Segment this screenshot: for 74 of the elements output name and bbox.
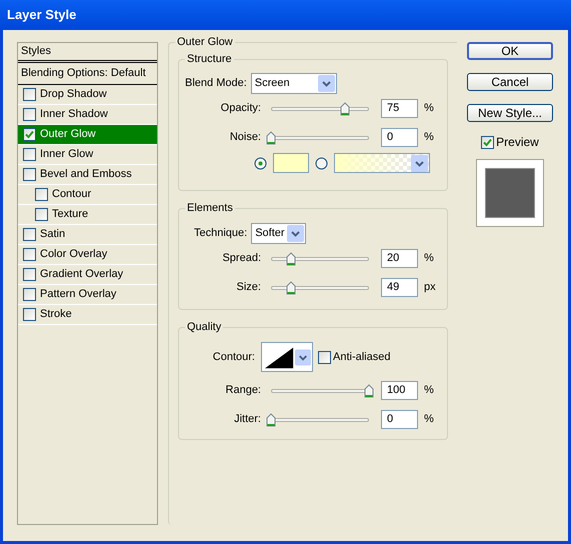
dialog-button[interactable]: New Style... — [467, 104, 553, 122]
unit-label: % — [424, 101, 434, 116]
dialog-button[interactable]: OK — [467, 42, 553, 60]
unit-label: % — [424, 412, 434, 428]
checkbox[interactable] — [23, 168, 36, 181]
checkbox[interactable] — [318, 350, 331, 364]
style-list-item[interactable]: Drop Shadow — [18, 85, 157, 105]
dropdown[interactable]: Screen — [250, 73, 337, 94]
value-input[interactable]: 0 — [381, 410, 418, 429]
checkbox[interactable] — [23, 228, 36, 241]
slider-label: Range: — [224, 383, 261, 398]
style-list-item[interactable]: Texture — [18, 205, 157, 225]
checkbox[interactable] — [481, 136, 494, 148]
style-list-item[interactable]: Bevel and Emboss — [18, 165, 157, 185]
group-title: Quality — [185, 320, 224, 334]
checkbox[interactable] — [23, 108, 36, 121]
color-swatch[interactable] — [273, 153, 309, 173]
dialog-button[interactable]: Cancel — [467, 73, 553, 91]
anti-aliased-label: Anti-aliased — [333, 350, 390, 365]
checkbox[interactable] — [23, 308, 36, 321]
slider-thumb[interactable] — [286, 252, 296, 266]
contour-picker[interactable] — [261, 342, 313, 372]
radio-button[interactable] — [254, 156, 267, 170]
checkbox[interactable] — [23, 128, 36, 141]
slider-label: Jitter: — [233, 412, 261, 428]
style-list-item[interactable]: Satin — [18, 225, 157, 245]
radio-button[interactable] — [315, 156, 328, 170]
value-input[interactable]: 0 — [381, 128, 418, 147]
checkbox[interactable] — [23, 268, 36, 281]
value-input[interactable]: 75 — [381, 99, 418, 118]
checkbox[interactable] — [35, 208, 48, 221]
technique-label: Technique: — [194, 226, 248, 242]
unit-label: % — [424, 251, 434, 266]
gradient-picker[interactable] — [334, 153, 430, 173]
unit-label: % — [424, 383, 434, 398]
checkbox[interactable] — [23, 148, 36, 161]
checkbox[interactable] — [35, 188, 48, 201]
preview-square — [485, 168, 535, 218]
style-list-item[interactable]: Gradient Overlay — [18, 265, 157, 285]
chevron-down-icon[interactable] — [318, 75, 335, 92]
style-list-item[interactable]: Outer Glow — [18, 125, 157, 145]
slider-thumb[interactable] — [364, 384, 374, 398]
contour-label: Contour: — [212, 350, 255, 365]
unit-label: px — [424, 280, 436, 296]
style-list-item[interactable]: Color Overlay — [18, 245, 157, 265]
blending-options-item[interactable]: Blending Options: Default — [18, 63, 157, 85]
value-input[interactable]: 49 — [381, 278, 418, 297]
preview-label: Preview — [496, 134, 539, 151]
chevron-down-icon[interactable] — [295, 348, 311, 366]
chevron-down-icon[interactable] — [287, 225, 304, 242]
checkbox[interactable] — [23, 88, 36, 101]
window-title: Layer Style — [7, 6, 76, 24]
style-list-item[interactable]: Pattern Overlay — [18, 285, 157, 305]
checkbox[interactable] — [23, 248, 36, 261]
slider-thumb[interactable] — [286, 280, 296, 294]
contour-curve-icon — [265, 345, 296, 369]
unit-label: % — [424, 130, 434, 146]
style-list-item[interactable]: Inner Glow — [18, 145, 157, 165]
slider-label: Opacity: — [220, 101, 261, 116]
styles-header[interactable]: Styles — [18, 43, 157, 63]
style-list-item[interactable]: Contour — [18, 185, 157, 205]
slider-label: Size: — [236, 280, 261, 296]
value-input[interactable]: 20 — [381, 249, 418, 268]
checkbox[interactable] — [23, 288, 36, 301]
style-list-item[interactable]: Stroke — [18, 305, 157, 325]
slider-thumb[interactable] — [340, 102, 350, 116]
slider-label: Spread: — [221, 251, 261, 266]
dropdown[interactable]: Softer — [251, 223, 306, 244]
value-input[interactable]: 100 — [381, 381, 418, 400]
slider-label: Noise: — [228, 130, 261, 146]
chevron-down-icon[interactable] — [411, 154, 428, 172]
slider-thumb[interactable] — [266, 130, 276, 144]
blend-mode-label: Blend Mode: — [185, 76, 247, 92]
slider-thumb[interactable] — [266, 412, 276, 426]
